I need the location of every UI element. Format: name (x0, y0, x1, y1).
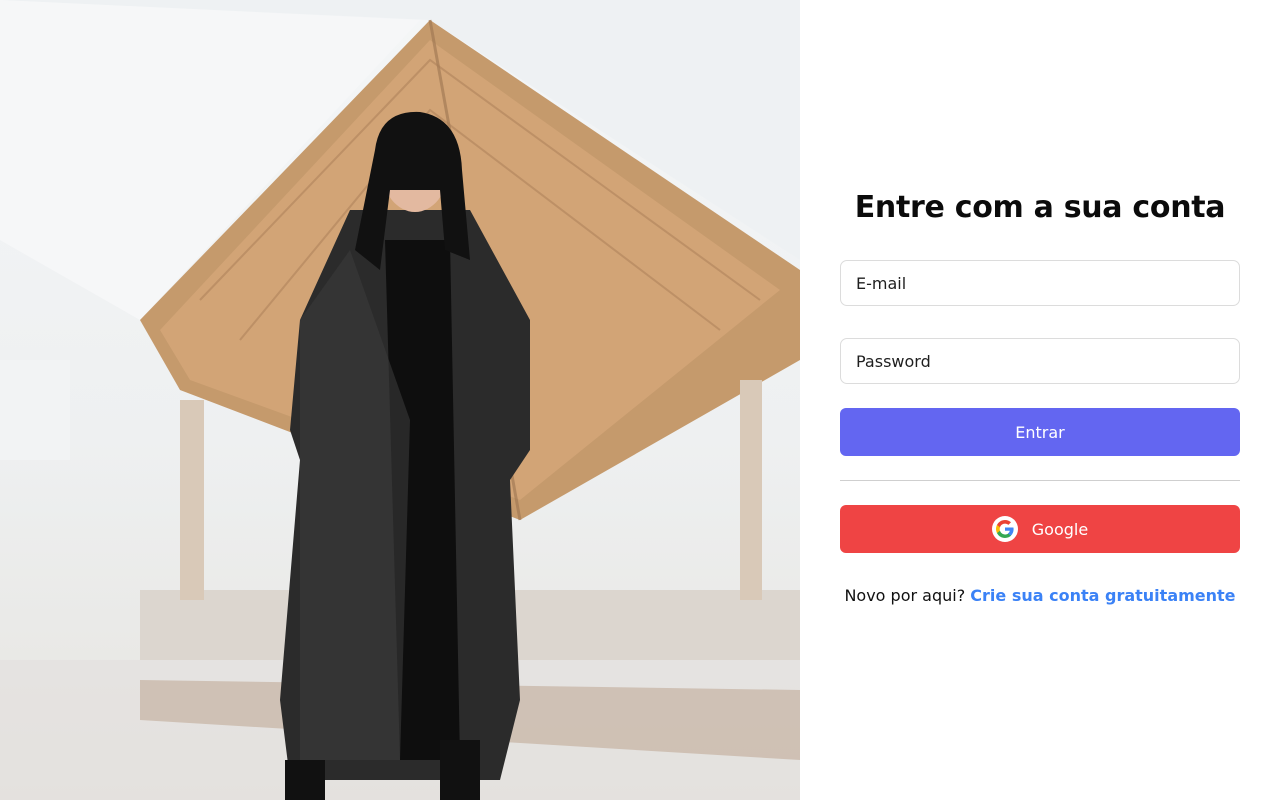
signup-link[interactable]: Crie sua conta gratuitamente (970, 586, 1235, 605)
email-input[interactable] (840, 260, 1240, 306)
password-input[interactable] (840, 338, 1240, 384)
google-g-icon (991, 516, 1018, 542)
enter-button[interactable]: Entrar (840, 408, 1240, 456)
login-title: Entre com a sua conta (854, 190, 1226, 225)
login-page: Entre com a sua conta Entrar Google Novo… (0, 0, 1280, 800)
hero-illustration (0, 0, 800, 800)
google-button-label: Google (1031, 519, 1089, 539)
signup-prompt-text: Novo por aqui? (844, 586, 966, 605)
login-panel: Entre com a sua conta Entrar Google Novo… (800, 0, 1280, 800)
signup-prompt: Novo por aqui? Crie sua conta gratuitame… (840, 586, 1240, 605)
enter-button-label: Entrar (1015, 422, 1065, 442)
hero-photo (0, 0, 800, 800)
google-login-button[interactable]: Google (840, 505, 1240, 553)
divider (840, 480, 1240, 481)
